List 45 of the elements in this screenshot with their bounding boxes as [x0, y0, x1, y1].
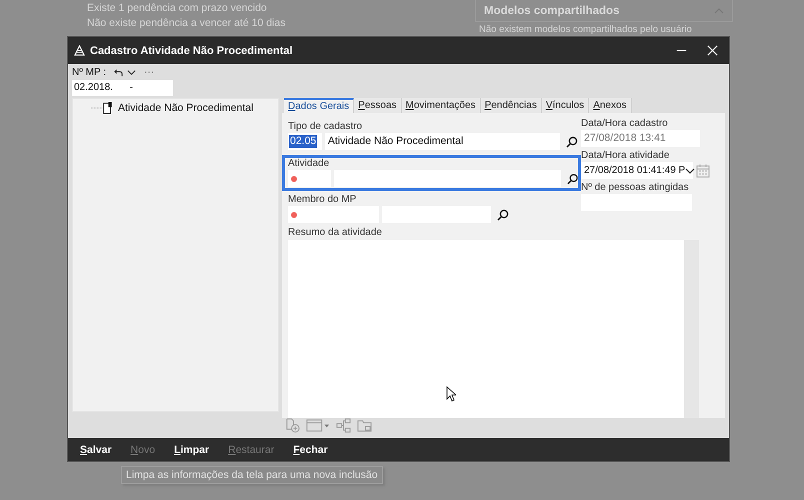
window-dropdown-icon[interactable]	[306, 418, 330, 432]
search-icon[interactable]	[566, 172, 578, 184]
field-label: Data/Hora atividade	[581, 150, 670, 162]
search-icon[interactable]	[566, 136, 578, 148]
code-field[interactable]: 02.05	[288, 133, 322, 150]
field-label: Membro do MP	[288, 194, 358, 206]
chevron-down-icon[interactable]	[127, 68, 136, 76]
hierarchy-icon[interactable]	[336, 418, 351, 432]
tab[interactable]: Movimentações	[402, 98, 481, 113]
field-label: Data/Hora cadastro	[581, 118, 669, 130]
field-label: Atividade	[288, 158, 330, 170]
pointer-cursor-icon	[446, 386, 456, 402]
triangle-logo-icon	[74, 45, 85, 56]
field-label: Nº de pessoas atingidas	[581, 182, 690, 194]
tab[interactable]: Pendências	[480, 98, 542, 113]
scrollbar[interactable]	[684, 240, 699, 418]
empty-message: Não existem modelos compartilhados pelo usuário	[479, 24, 693, 35]
tab[interactable]: Pessoas	[354, 98, 402, 113]
tab[interactable]: Anexos	[589, 98, 632, 113]
mp-field[interactable]: 02.2018. -	[72, 80, 173, 96]
window-title: Cadastro Atividade Não Procedimental	[90, 44, 293, 56]
undo-icon[interactable]	[114, 68, 124, 76]
input-field[interactable]	[288, 170, 332, 187]
chevron-down-icon[interactable]	[685, 168, 696, 174]
add-document-icon[interactable]	[285, 418, 300, 432]
mp-label: Nº MP :	[72, 66, 106, 78]
close-icon[interactable]	[706, 44, 719, 57]
tab[interactable]: Vínculos	[542, 98, 590, 113]
input-field[interactable]	[334, 170, 560, 187]
document-icon	[103, 102, 112, 114]
more-button[interactable]: ···	[144, 66, 154, 78]
field-value: 02.05	[289, 135, 318, 148]
datetime-dropdown[interactable]: 27/08/2018 01:41:49 P	[581, 162, 693, 179]
notice-text: Não existe pendência a vencer até 10 dias	[87, 17, 286, 29]
field-label: Tipo de cadastro	[288, 121, 364, 133]
tree-connector-line	[91, 106, 103, 110]
field-label: Resumo da atividade	[288, 227, 383, 239]
panel-title: Modelos compartilhados	[484, 4, 620, 16]
notice-text: Existe 1 pendência com prazo vencido	[87, 2, 268, 14]
tree-item[interactable]: Atividade Não Procedimental	[118, 102, 254, 114]
input-field[interactable]: Atividade Não Procedimental	[324, 133, 560, 150]
input-field[interactable]	[288, 206, 379, 223]
tooltip: Limpa as informações da tela para uma nova inclusão	[121, 466, 383, 484]
search-icon[interactable]	[497, 208, 509, 220]
tab[interactable]: Dados Gerais	[284, 98, 354, 113]
